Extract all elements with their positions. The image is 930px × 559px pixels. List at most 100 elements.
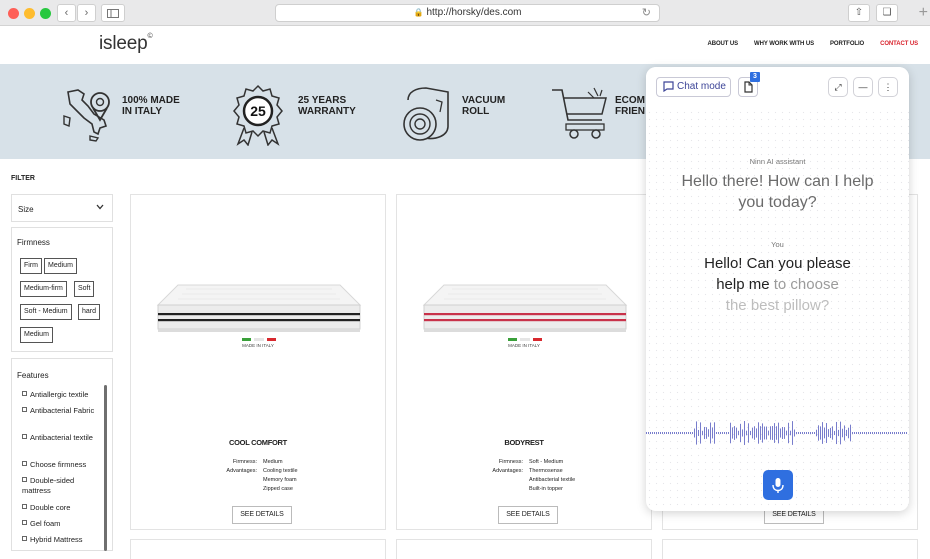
waveform-bar	[846, 429, 847, 437]
forward-button[interactable]: ›	[77, 4, 96, 22]
waveform-bar	[752, 427, 753, 439]
product-card[interactable]: MADE IN ITALY BODYREST Firmness: Soft - …	[396, 194, 652, 530]
features-scrollbar[interactable]	[104, 385, 107, 551]
waveform-bar	[826, 423, 827, 443]
waveform-bar	[692, 432, 693, 434]
nav-contact-us[interactable]: CONTACT US	[880, 41, 918, 47]
feature-line1: 100% MADE	[122, 95, 180, 106]
feature-option[interactable]: Antiallergic textile	[22, 390, 102, 400]
waveform-bar	[822, 422, 823, 444]
waveform-bar	[850, 424, 851, 442]
user-message-line: Hello! Can you please	[704, 255, 851, 272]
firmness-chip-soft-medium[interactable]: Soft - Medium	[20, 304, 72, 320]
waveform-bar	[660, 432, 661, 434]
feature-line1: 25 YEARS	[298, 95, 347, 106]
maximize-window-button[interactable]	[40, 8, 51, 19]
top-nav: ABOUT US WHY WORK WITH US PORTFOLIO CONT…	[708, 41, 919, 47]
mattress-stripe	[424, 319, 626, 322]
new-tab-icon[interactable]: +	[919, 5, 928, 21]
feature-option[interactable]: Antibacterial Fabric	[22, 406, 102, 416]
firmness-chip-medium-firm[interactable]: Medium-firm	[20, 281, 67, 297]
firmness-chip-soft[interactable]: Soft	[74, 281, 95, 297]
checkbox[interactable]	[22, 536, 27, 541]
product-card[interactable]	[130, 539, 386, 559]
microphone-button[interactable]	[763, 470, 793, 500]
firmness-chip-hard[interactable]: hard	[78, 304, 101, 320]
lock-icon: 🔒	[413, 8, 424, 17]
site-header: isleep© ABOUT US WHY WORK WITH US PORTFO…	[0, 26, 930, 64]
feature-option-label: Antibacterial Fabric	[30, 406, 95, 415]
url-text: http://horsky/des.com	[426, 7, 522, 18]
checkbox[interactable]	[22, 434, 27, 439]
share-button[interactable]: ⇧	[848, 4, 870, 22]
nav-why-work-with-us[interactable]: WHY WORK WITH US	[754, 41, 814, 47]
product-name[interactable]: BODYREST	[397, 438, 651, 447]
see-details-button[interactable]: SEE DETAILS	[498, 506, 558, 524]
firmness-chip-medium-2[interactable]: Medium	[20, 327, 53, 343]
waveform-bar	[716, 432, 717, 434]
checkbox[interactable]	[22, 391, 27, 396]
waveform-bar	[774, 423, 775, 443]
expand-button[interactable]: ⤢	[828, 77, 848, 97]
firmness-chip-firm[interactable]: Firm	[20, 258, 42, 274]
feature-option-label: Antiallergic textile	[30, 390, 89, 399]
checkbox[interactable]	[22, 520, 27, 525]
sidebar-toggle-button[interactable]	[101, 4, 125, 22]
feature-option[interactable]: Choose firmness	[22, 460, 102, 470]
waveform-bar	[672, 432, 673, 434]
firmness-filter: Firmness Firm Medium Medium-firm Soft So…	[11, 227, 113, 352]
feature-option[interactable]: Double-sided mattress	[22, 476, 102, 496]
see-details-button[interactable]: SEE DETAILS	[232, 506, 292, 524]
nav-portfolio[interactable]: PORTFOLIO	[830, 41, 864, 47]
feature-option-label: Choose firmness	[30, 460, 87, 469]
product-card[interactable]	[396, 539, 652, 559]
checkbox[interactable]	[22, 461, 27, 466]
nav-about-us[interactable]: ABOUT US	[708, 41, 739, 47]
site-logo[interactable]: isleep©	[99, 33, 153, 55]
close-window-button[interactable]	[8, 8, 19, 19]
expand-icon: ⤢	[834, 82, 842, 92]
waveform-bar	[858, 432, 859, 434]
waveform-bar	[772, 426, 773, 440]
waveform-bar	[664, 432, 665, 434]
more-options-button[interactable]: ⋮	[878, 77, 898, 97]
feature-option[interactable]: Double core	[22, 503, 102, 513]
checkbox[interactable]	[22, 407, 27, 412]
firmness-chip-medium[interactable]: Medium	[44, 258, 77, 274]
waveform-bar	[842, 428, 843, 438]
address-bar[interactable]: 🔒 http://horsky/des.com ↻	[275, 4, 660, 22]
minimize-button[interactable]: —	[853, 77, 873, 97]
product-card[interactable]	[662, 539, 918, 559]
minimize-window-button[interactable]	[24, 8, 35, 19]
tabs-button[interactable]: ❏	[876, 4, 898, 22]
product-name[interactable]: COOL COMFORT	[131, 438, 385, 447]
product-card[interactable]: MADE IN ITALY COOL COMFORT Firmness: Med…	[130, 194, 386, 530]
waveform-bar	[862, 432, 863, 434]
checkbox[interactable]	[22, 504, 27, 509]
spec-value-firmness: Soft - Medium	[529, 459, 564, 465]
feature-option[interactable]: Gel foam	[22, 519, 102, 529]
browser-toolbar: ‹ › 🔒 http://horsky/des.com ↻ ⇧ ❏ +	[0, 0, 930, 26]
chat-mode-button[interactable]: Chat mode	[656, 77, 731, 97]
waveform-bar	[742, 429, 743, 437]
waveform-bar	[870, 432, 871, 434]
waveform-bar	[720, 432, 721, 434]
waveform-bar	[740, 423, 741, 443]
share-icon: ⇧	[854, 7, 864, 18]
waveform-bar	[696, 421, 697, 445]
waveform-bar	[712, 427, 713, 439]
reload-icon[interactable]: ↻	[642, 5, 651, 21]
feature-ecommerce: ECOM FRIEN	[550, 64, 650, 159]
feature-option[interactable]: Antibacterial textile	[22, 433, 102, 443]
feature-option[interactable]: Hybrid Mattress	[22, 535, 102, 545]
waveform-bar	[724, 432, 725, 434]
assistant-message-line: Hello there! How can I help	[681, 173, 874, 190]
back-button[interactable]: ‹	[57, 4, 76, 22]
waveform-bar	[792, 421, 793, 445]
waveform-bar	[860, 432, 861, 434]
checkbox[interactable]	[22, 477, 27, 482]
size-dropdown[interactable]: Size	[11, 194, 113, 222]
spec-value-advantage: Zipped case	[263, 486, 293, 492]
waveform-bar	[718, 432, 719, 434]
chat-bubble-icon	[663, 81, 674, 92]
